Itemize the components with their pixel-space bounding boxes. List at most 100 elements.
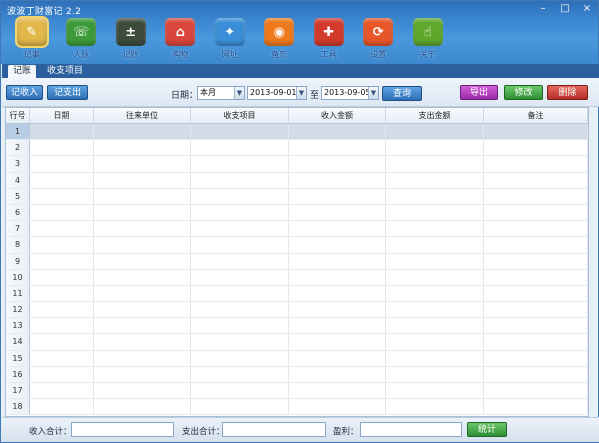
table-cell[interactable]: [386, 140, 484, 156]
ledger-table[interactable]: 行号 日期 往来单位 收支项目 收入金额 支出金额 备注 1 2 3 4 5 6 7 8 9 10…: [5, 107, 589, 417]
toolbar-item-5[interactable]: ◉ 备忘: [255, 18, 305, 62]
edit-button[interactable]: 修改: [504, 85, 543, 100]
table-cell[interactable]: [191, 237, 289, 253]
table-row[interactable]: 7: [6, 221, 588, 238]
col-header-note[interactable]: 备注: [484, 108, 588, 123]
chevron-down-icon[interactable]: ▼: [368, 87, 378, 99]
table-cell[interactable]: [30, 318, 94, 334]
table-cell[interactable]: [191, 124, 289, 140]
table-cell[interactable]: [191, 318, 289, 334]
table-cell[interactable]: [94, 350, 191, 366]
table-row[interactable]: 12: [6, 302, 588, 319]
table-cell[interactable]: [386, 188, 484, 204]
table-row[interactable]: 13: [6, 318, 588, 335]
table-cell[interactable]: [289, 140, 386, 156]
table-cell[interactable]: [191, 302, 289, 318]
table-cell[interactable]: [386, 334, 484, 350]
toolbar-item-0[interactable]: ✎ 记事: [7, 16, 57, 62]
table-cell[interactable]: [484, 302, 588, 318]
table-cell[interactable]: [289, 399, 386, 415]
table-cell[interactable]: [94, 124, 191, 140]
table-cell[interactable]: [289, 334, 386, 350]
table-cell[interactable]: [30, 253, 94, 269]
chevron-down-icon[interactable]: ▼: [234, 87, 244, 99]
table-cell[interactable]: [289, 204, 386, 221]
table-cell[interactable]: [191, 285, 289, 302]
table-cell[interactable]: [191, 253, 289, 269]
table-cell[interactable]: [484, 221, 588, 237]
col-header-row-no[interactable]: 行号: [6, 108, 30, 123]
table-cell[interactable]: [94, 188, 191, 204]
table-cell[interactable]: [191, 334, 289, 350]
table-cell[interactable]: [484, 269, 588, 285]
table-cell[interactable]: [289, 253, 386, 269]
table-cell[interactable]: [30, 285, 94, 302]
profit-field[interactable]: [360, 422, 462, 437]
tab-income-expense-items[interactable]: 收支项目: [42, 65, 88, 78]
query-button[interactable]: 查询: [382, 86, 422, 101]
table-cell[interactable]: [484, 204, 588, 221]
date-to-picker[interactable]: 2013-09-05 ▼: [321, 86, 379, 100]
table-row[interactable]: 17: [6, 383, 588, 400]
table-cell[interactable]: [484, 285, 588, 302]
period-select[interactable]: 本月 ▼: [197, 86, 245, 100]
income-total-field[interactable]: [71, 422, 174, 437]
table-cell[interactable]: [386, 172, 484, 188]
col-header-category[interactable]: 收支项目: [191, 108, 289, 123]
chevron-down-icon[interactable]: ▼: [296, 87, 306, 99]
table-cell[interactable]: [30, 350, 94, 366]
table-cell[interactable]: [30, 188, 94, 204]
table-cell[interactable]: [386, 399, 484, 415]
table-cell[interactable]: [191, 172, 289, 188]
expense-total-field[interactable]: [222, 422, 326, 437]
table-cell[interactable]: [484, 366, 588, 382]
table-cell[interactable]: [386, 350, 484, 366]
table-cell[interactable]: [386, 383, 484, 399]
table-cell[interactable]: [484, 253, 588, 269]
table-cell[interactable]: [94, 253, 191, 269]
table-cell[interactable]: [30, 269, 94, 285]
table-cell[interactable]: [386, 237, 484, 253]
table-row[interactable]: 2: [6, 140, 588, 157]
table-cell[interactable]: [191, 140, 289, 156]
table-cell[interactable]: [484, 188, 588, 204]
table-cell[interactable]: [484, 318, 588, 334]
table-cell[interactable]: [30, 383, 94, 399]
table-cell[interactable]: [191, 221, 289, 237]
table-cell[interactable]: [289, 124, 386, 140]
table-cell[interactable]: [386, 124, 484, 140]
table-cell[interactable]: [30, 172, 94, 188]
table-cell[interactable]: [30, 334, 94, 350]
table-cell[interactable]: [30, 156, 94, 172]
table-cell[interactable]: [94, 334, 191, 350]
table-cell[interactable]: [94, 237, 191, 253]
table-cell[interactable]: [289, 366, 386, 382]
table-cell[interactable]: [94, 204, 191, 221]
table-cell[interactable]: [386, 318, 484, 334]
table-row[interactable]: 15: [6, 350, 588, 367]
toolbar-item-4[interactable]: ✦ 网址: [205, 18, 255, 62]
table-cell[interactable]: [94, 269, 191, 285]
close-button[interactable]: ×: [580, 3, 594, 14]
add-income-button[interactable]: 记收入: [6, 85, 43, 100]
table-cell[interactable]: [484, 156, 588, 172]
table-cell[interactable]: [289, 172, 386, 188]
stats-button[interactable]: 统计: [467, 422, 507, 437]
table-cell[interactable]: [386, 285, 484, 302]
minimize-button[interactable]: –: [536, 3, 550, 14]
col-header-expense[interactable]: 支出金额: [386, 108, 484, 123]
table-cell[interactable]: [386, 204, 484, 221]
table-cell[interactable]: [484, 124, 588, 140]
table-cell[interactable]: [94, 221, 191, 237]
table-cell[interactable]: [484, 334, 588, 350]
table-cell[interactable]: [94, 366, 191, 382]
table-cell[interactable]: [289, 383, 386, 399]
table-cell[interactable]: [484, 172, 588, 188]
table-row[interactable]: 9: [6, 253, 588, 270]
table-cell[interactable]: [191, 399, 289, 415]
table-cell[interactable]: [191, 350, 289, 366]
table-cell[interactable]: [94, 383, 191, 399]
table-cell[interactable]: [289, 285, 386, 302]
table-cell[interactable]: [484, 399, 588, 415]
table-cell[interactable]: [484, 383, 588, 399]
